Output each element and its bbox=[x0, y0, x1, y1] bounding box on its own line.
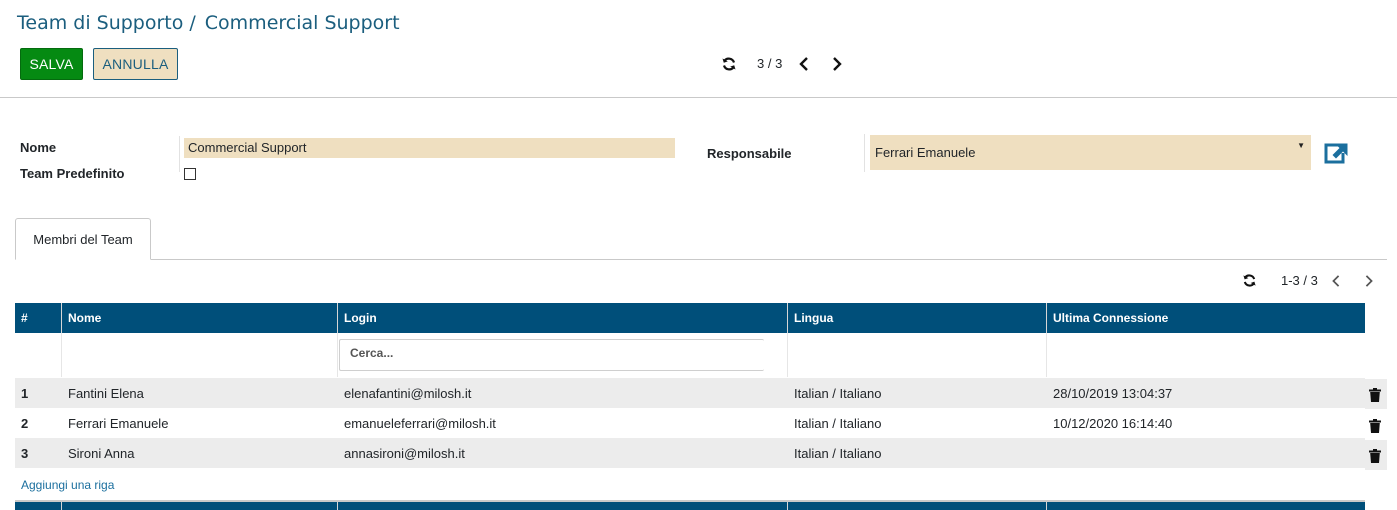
row-number: 3 bbox=[21, 445, 29, 461]
column-header-login[interactable]: Login bbox=[338, 303, 788, 333]
caret-down-icon: ▼ bbox=[1297, 141, 1305, 150]
chevron-left-icon[interactable] bbox=[1330, 274, 1342, 288]
name-label: Nome bbox=[20, 140, 57, 155]
add-row-link[interactable]: Aggiungi una riga bbox=[21, 478, 114, 492]
manager-select-value: Ferrari Emanuele bbox=[875, 145, 976, 160]
chevron-right-icon[interactable] bbox=[830, 56, 844, 72]
row-name: Sironi Anna bbox=[68, 445, 135, 461]
table-footer bbox=[15, 500, 1365, 510]
refresh-icon[interactable] bbox=[721, 56, 737, 72]
name-input[interactable]: Commercial Support bbox=[184, 138, 675, 158]
row-language: Italian / Italiano bbox=[794, 445, 882, 461]
header-divider bbox=[0, 97, 1397, 98]
chevron-right-icon[interactable] bbox=[1363, 274, 1375, 288]
row-number: 1 bbox=[21, 385, 29, 401]
row-last-connection: 28/10/2019 13:04:37 bbox=[1053, 385, 1173, 401]
row-login: elenafantini@milosh.it bbox=[344, 385, 472, 401]
breadcrumb-parent-link[interactable]: Team di Supporto bbox=[17, 12, 183, 34]
default-team-label: Team Predefinito bbox=[20, 166, 125, 181]
record-pager-value[interactable]: 3 / 3 bbox=[757, 56, 782, 71]
members-table: # Nome Login Lingua Ultima Connessione C… bbox=[15, 303, 1365, 468]
cancel-button[interactable]: ANNULLA bbox=[93, 48, 178, 80]
breadcrumb-current: Commercial Support bbox=[204, 12, 400, 34]
row-login: emanueleferrari@milosh.it bbox=[344, 415, 496, 431]
breadcrumb-separator: / bbox=[189, 12, 196, 34]
tab-underline bbox=[15, 259, 1387, 260]
field-divider bbox=[864, 134, 865, 172]
column-header-language[interactable]: Lingua bbox=[788, 303, 1047, 333]
chevron-left-icon[interactable] bbox=[797, 56, 811, 72]
row-language: Italian / Italiano bbox=[794, 385, 882, 401]
refresh-icon[interactable] bbox=[1242, 273, 1257, 288]
row-name: Ferrari Emanuele bbox=[68, 415, 169, 431]
table-row[interactable]: 2 Ferrari Emanuele emanueleferrari@milos… bbox=[15, 408, 1365, 438]
column-header-name[interactable]: Nome bbox=[62, 303, 338, 333]
list-pager-value[interactable]: 1-3 / 3 bbox=[1281, 273, 1318, 288]
default-team-checkbox[interactable] bbox=[184, 168, 196, 180]
field-divider bbox=[179, 136, 180, 172]
tab-team-members[interactable]: Membri del Team bbox=[15, 218, 151, 260]
trash-icon[interactable] bbox=[1369, 418, 1381, 433]
manager-select[interactable]: Ferrari Emanuele ▼ bbox=[870, 135, 1311, 170]
login-search-input[interactable]: Cerca... bbox=[339, 339, 764, 371]
manager-label: Responsabile bbox=[707, 146, 792, 161]
table-row[interactable]: 1 Fantini Elena elenafantini@milosh.it I… bbox=[15, 378, 1365, 408]
column-header-last-connection[interactable]: Ultima Connessione bbox=[1047, 303, 1365, 333]
trash-icon[interactable] bbox=[1369, 448, 1381, 463]
save-button[interactable]: SALVA bbox=[20, 48, 83, 80]
row-number: 2 bbox=[21, 415, 29, 431]
row-language: Italian / Italiano bbox=[794, 415, 882, 431]
row-login: annasironi@milosh.it bbox=[344, 445, 465, 461]
row-name: Fantini Elena bbox=[68, 385, 144, 401]
table-header: # Nome Login Lingua Ultima Connessione bbox=[15, 303, 1365, 333]
trash-icon[interactable] bbox=[1369, 387, 1381, 402]
filter-row: Cerca... bbox=[15, 333, 1365, 377]
column-header-number[interactable]: # bbox=[15, 303, 62, 333]
table-row[interactable]: 3 Sironi Anna annasironi@milosh.it Itali… bbox=[15, 438, 1365, 468]
external-link-icon[interactable] bbox=[1323, 142, 1349, 164]
breadcrumb: Team di Supporto / Commercial Support bbox=[17, 12, 400, 34]
row-last-connection: 10/12/2020 16:14:40 bbox=[1053, 415, 1173, 431]
